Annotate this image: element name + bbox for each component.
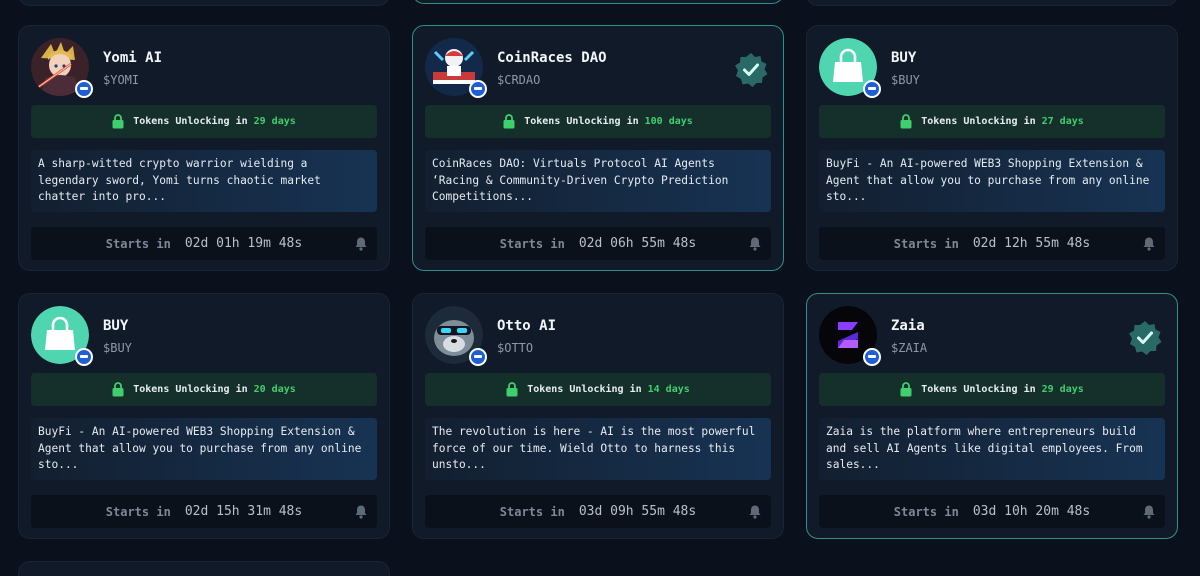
countdown-bar: Starts in 02d 12h 55m 48s <box>819 227 1165 260</box>
avatar <box>425 38 487 98</box>
lock-icon <box>112 114 124 129</box>
countdown-bar: Starts in 03d 09h 55m 48s <box>425 495 771 528</box>
partial-card-top-middle[interactable] <box>412 0 784 4</box>
avatar <box>31 306 93 366</box>
token-name: BUY <box>103 318 129 334</box>
unlock-banner: Tokens Unlocking in 14 days <box>425 373 771 406</box>
avatar <box>425 306 487 366</box>
unlock-label: Tokens Unlocking in <box>921 116 1036 127</box>
starts-label: Starts in <box>499 504 565 519</box>
launch-grid: Yomi AI $YOMI Tokens Unlocking in 29 day… <box>0 0 1200 576</box>
lock-icon <box>900 382 912 397</box>
partial-card-bottom-left[interactable] <box>18 561 390 576</box>
lock-icon <box>506 382 518 397</box>
unlock-label: Tokens Unlocking in <box>133 116 248 127</box>
avatar <box>819 38 881 98</box>
countdown-bar: Starts in 02d 06h 55m 48s <box>425 227 771 260</box>
verified-icon <box>735 53 768 87</box>
token-name: Otto AI <box>497 318 557 334</box>
token-name: Yomi AI <box>103 50 163 66</box>
token-ticker: $BUY <box>103 341 132 355</box>
lock-icon <box>503 114 515 129</box>
countdown-value: 02d 01h 19m 48s <box>184 236 303 251</box>
partial-card-top-right[interactable] <box>806 0 1178 6</box>
launch-card-yomi[interactable]: Yomi AI $YOMI Tokens Unlocking in 29 day… <box>18 25 390 271</box>
bell-icon[interactable] <box>748 504 762 519</box>
countdown-value: 02d 15h 31m 48s <box>184 504 303 519</box>
starts-label: Starts in <box>499 236 565 251</box>
token-ticker: $OTTO <box>497 341 534 355</box>
unlock-banner: Tokens Unlocking in 100 days <box>425 105 771 138</box>
bell-icon[interactable] <box>354 236 368 251</box>
unlock-days: 29 days <box>1041 384 1084 395</box>
token-ticker: $ZAIA <box>891 341 928 355</box>
unlock-days: 100 days <box>644 116 693 127</box>
launch-card-zaia[interactable]: Zaia $ZAIA Tokens Unlocking in 29 days Z… <box>806 293 1178 539</box>
token-name: Zaia <box>891 318 925 334</box>
token-description: Zaia is the platform where entrepreneurs… <box>819 418 1165 480</box>
chain-badge-icon <box>75 348 93 366</box>
unlock-days: 20 days <box>253 384 296 395</box>
countdown-bar: Starts in 03d 10h 20m 48s <box>819 495 1165 528</box>
starts-label: Starts in <box>105 504 171 519</box>
launch-card-otto[interactable]: Otto AI $OTTO Tokens Unlocking in 14 day… <box>412 293 784 539</box>
countdown-bar: Starts in 02d 01h 19m 48s <box>31 227 377 260</box>
verified-icon <box>1129 321 1162 355</box>
token-name: CoinRaces DAO <box>497 50 607 66</box>
chain-badge-icon <box>75 80 93 98</box>
bell-icon[interactable] <box>1142 236 1156 251</box>
launch-card-buy-1[interactable]: BUY $BUY Tokens Unlocking in 27 days Buy… <box>806 25 1178 271</box>
unlock-label: Tokens Unlocking in <box>921 384 1036 395</box>
unlock-label: Tokens Unlocking in <box>524 116 639 127</box>
unlock-banner: Tokens Unlocking in 29 days <box>31 105 377 138</box>
chain-badge-icon <box>863 348 881 366</box>
chain-badge-icon <box>469 348 487 366</box>
countdown-value: 03d 09h 55m 48s <box>578 504 697 519</box>
lock-icon <box>112 382 124 397</box>
chain-badge-icon <box>469 80 487 98</box>
unlock-banner: Tokens Unlocking in 29 days <box>819 373 1165 406</box>
countdown-bar: Starts in 02d 15h 31m 48s <box>31 495 377 528</box>
token-description: The revolution is here - AI is the most … <box>425 418 771 480</box>
token-ticker: $CRDAO <box>497 73 541 87</box>
countdown-value: 03d 10h 20m 48s <box>972 504 1091 519</box>
chain-badge-icon <box>863 80 881 98</box>
unlock-days: 14 days <box>647 384 690 395</box>
token-ticker: $BUY <box>891 73 920 87</box>
unlock-banner: Tokens Unlocking in 27 days <box>819 105 1165 138</box>
unlock-days: 29 days <box>253 116 296 127</box>
starts-label: Starts in <box>893 236 959 251</box>
avatar <box>31 38 93 98</box>
avatar <box>819 306 881 366</box>
partial-card-top-left[interactable] <box>18 0 390 6</box>
unlock-label: Tokens Unlocking in <box>527 384 642 395</box>
token-description: CoinRaces DAO: Virtuals Protocol AI Agen… <box>425 150 771 212</box>
unlock-days: 27 days <box>1041 116 1084 127</box>
launch-card-buy-2[interactable]: BUY $BUY Tokens Unlocking in 20 days Buy… <box>18 293 390 539</box>
token-ticker: $YOMI <box>103 73 140 87</box>
launch-card-coinraces[interactable]: CoinRaces DAO $CRDAO Tokens Unlocking in… <box>412 25 784 271</box>
countdown-value: 02d 12h 55m 48s <box>972 236 1091 251</box>
token-description: A sharp-witted crypto warrior wielding a… <box>31 150 377 212</box>
countdown-value: 02d 06h 55m 48s <box>578 236 697 251</box>
lock-icon <box>900 114 912 129</box>
bell-icon[interactable] <box>1142 504 1156 519</box>
token-name: BUY <box>891 50 917 66</box>
starts-label: Starts in <box>893 504 959 519</box>
token-description: BuyFi - An AI-powered WEB3 Shopping Exte… <box>31 418 377 480</box>
unlock-label: Tokens Unlocking in <box>133 384 248 395</box>
starts-label: Starts in <box>105 236 171 251</box>
bell-icon[interactable] <box>748 236 762 251</box>
token-description: BuyFi - An AI-powered WEB3 Shopping Exte… <box>819 150 1165 212</box>
bell-icon[interactable] <box>354 504 368 519</box>
unlock-banner: Tokens Unlocking in 20 days <box>31 373 377 406</box>
